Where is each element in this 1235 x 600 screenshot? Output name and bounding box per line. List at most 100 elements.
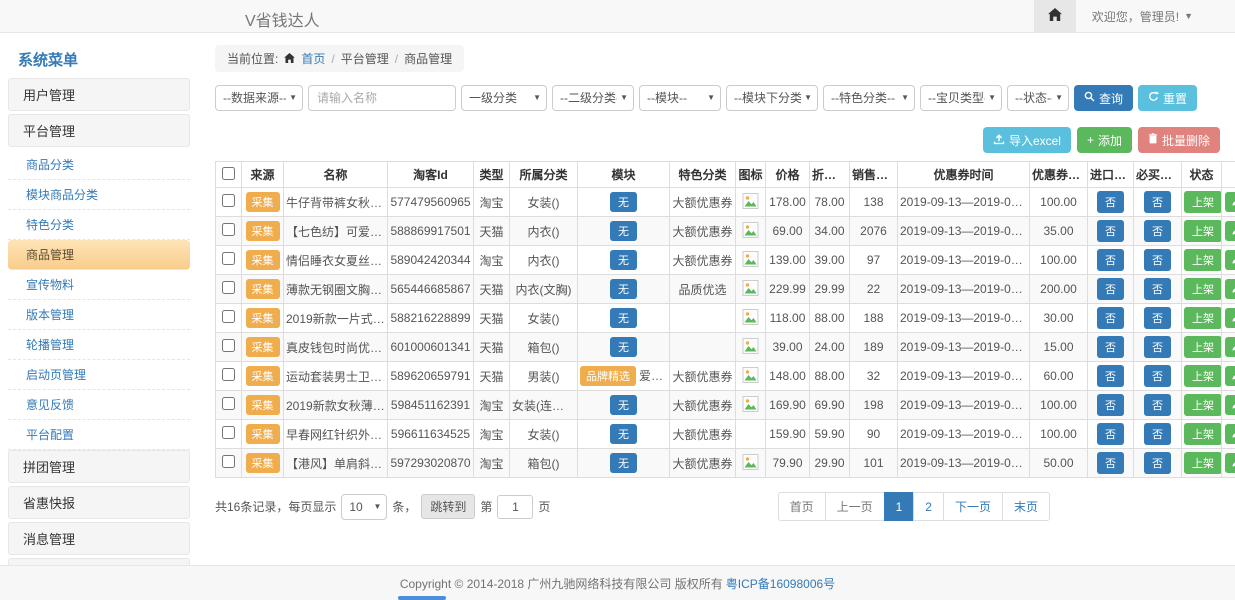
batch-delete-button[interactable]: 批量删除 bbox=[1138, 127, 1220, 153]
search-button[interactable]: 查询 bbox=[1074, 85, 1133, 111]
sidebar-item-1[interactable]: 用户管理 bbox=[8, 78, 190, 111]
import-select-toggle[interactable]: 否 bbox=[1097, 191, 1124, 213]
row-checkbox[interactable] bbox=[222, 455, 235, 468]
import-select-toggle[interactable]: 否 bbox=[1097, 307, 1124, 329]
sidebar-item-16[interactable]: 订单管理 bbox=[8, 558, 190, 565]
module-select[interactable]: --模块-- bbox=[639, 85, 721, 111]
edit-button[interactable] bbox=[1225, 308, 1235, 328]
sidebar-item-2[interactable]: 平台管理 bbox=[8, 114, 190, 147]
status-select[interactable]: --状态-- bbox=[1007, 85, 1069, 111]
must-buy-toggle[interactable]: 否 bbox=[1144, 394, 1171, 416]
import-excel-button[interactable]: 导入excel bbox=[983, 127, 1071, 153]
status-toggle[interactable]: 上架 bbox=[1184, 307, 1222, 329]
scrollbar-thumb[interactable] bbox=[398, 596, 446, 600]
edit-button[interactable] bbox=[1225, 250, 1235, 270]
row-checkbox[interactable] bbox=[222, 397, 235, 410]
edit-button[interactable] bbox=[1225, 424, 1235, 444]
must-buy-toggle[interactable]: 否 bbox=[1144, 191, 1171, 213]
sidebar-item-9[interactable]: 轮播管理 bbox=[8, 330, 190, 360]
breadcrumb-home-link[interactable]: 首页 bbox=[301, 50, 325, 67]
feature-category-select[interactable]: --特色分类-- bbox=[823, 85, 915, 111]
edit-button[interactable] bbox=[1225, 337, 1235, 357]
item-type-select[interactable]: --宝贝类型-- bbox=[920, 85, 1002, 111]
sidebar-item-14[interactable]: 省惠快报 bbox=[8, 486, 190, 519]
import-select-toggle[interactable]: 否 bbox=[1097, 249, 1124, 271]
row-checkbox[interactable] bbox=[222, 252, 235, 265]
status-toggle[interactable]: 上架 bbox=[1184, 365, 1222, 387]
level2-category-select[interactable]: --二级分类-- bbox=[552, 85, 634, 111]
page-button-page-1[interactable]: 1 bbox=[884, 492, 915, 521]
data-source-select[interactable]: --数据来源-- bbox=[215, 85, 303, 111]
row-checkbox[interactable] bbox=[222, 310, 235, 323]
level1-category-select[interactable]: 一级分类 bbox=[461, 85, 547, 111]
edit-button[interactable] bbox=[1225, 453, 1235, 473]
per-page-select[interactable]: 10 bbox=[341, 494, 387, 520]
must-buy-toggle[interactable]: 否 bbox=[1144, 220, 1171, 242]
must-buy-toggle[interactable]: 否 bbox=[1144, 452, 1171, 474]
sidebar-item-3[interactable]: 商品分类 bbox=[8, 150, 190, 180]
table-row: 采集2019新款一片式系...588216228899天猫女装()无118.00… bbox=[216, 304, 1235, 333]
cell-name: 运动套装男士卫衣初秋... bbox=[284, 362, 388, 391]
edit-button[interactable] bbox=[1225, 279, 1235, 299]
edit-button[interactable] bbox=[1225, 366, 1235, 386]
module-subcategory-select[interactable]: --模块下分类-- bbox=[726, 85, 818, 111]
edit-icon bbox=[1231, 253, 1235, 268]
must-buy-toggle[interactable]: 否 bbox=[1144, 365, 1171, 387]
select-all-checkbox[interactable] bbox=[222, 167, 235, 180]
import-select-toggle[interactable]: 否 bbox=[1097, 423, 1124, 445]
page-button-next[interactable]: 下一页 bbox=[943, 492, 1003, 521]
page-button-last[interactable]: 末页 bbox=[1002, 492, 1050, 521]
table-row: 采集【七色纺】可爱纯棉家...588869917501天猫内衣()无大额优惠券6… bbox=[216, 217, 1235, 246]
jump-page-input[interactable] bbox=[497, 495, 533, 519]
sidebar-item-8[interactable]: 版本管理 bbox=[8, 300, 190, 330]
status-toggle[interactable]: 上架 bbox=[1184, 394, 1222, 416]
import-select-toggle[interactable]: 否 bbox=[1097, 336, 1124, 358]
row-checkbox[interactable] bbox=[222, 223, 235, 236]
sidebar-item-6[interactable]: 商品管理 bbox=[8, 240, 190, 270]
status-toggle[interactable]: 上架 bbox=[1184, 336, 1222, 358]
edit-button[interactable] bbox=[1225, 395, 1235, 415]
icp-link[interactable]: 粤ICP备16098006号 bbox=[726, 575, 835, 592]
must-buy-toggle[interactable]: 否 bbox=[1144, 307, 1171, 329]
status-toggle[interactable]: 上架 bbox=[1184, 278, 1222, 300]
sidebar-item-13[interactable]: 拼团管理 bbox=[8, 450, 190, 483]
must-buy-toggle[interactable]: 否 bbox=[1144, 249, 1171, 271]
add-button[interactable]: + 添加 bbox=[1077, 127, 1132, 153]
page-button-first[interactable]: 首页 bbox=[778, 492, 826, 521]
import-select-toggle[interactable]: 否 bbox=[1097, 220, 1124, 242]
import-select-toggle[interactable]: 否 bbox=[1097, 394, 1124, 416]
import-select-toggle[interactable]: 否 bbox=[1097, 365, 1124, 387]
import-select-toggle[interactable]: 否 bbox=[1097, 278, 1124, 300]
row-checkbox[interactable] bbox=[222, 339, 235, 352]
row-checkbox[interactable] bbox=[222, 426, 235, 439]
must-buy-toggle[interactable]: 否 bbox=[1144, 423, 1171, 445]
jump-button[interactable]: 跳转到 bbox=[421, 494, 475, 519]
status-toggle[interactable]: 上架 bbox=[1184, 249, 1222, 271]
status-toggle[interactable]: 上架 bbox=[1184, 220, 1222, 242]
name-search-input[interactable] bbox=[308, 85, 456, 111]
reset-button[interactable]: 重置 bbox=[1138, 85, 1197, 111]
row-checkbox[interactable] bbox=[222, 368, 235, 381]
status-toggle[interactable]: 上架 bbox=[1184, 452, 1222, 474]
must-buy-toggle[interactable]: 否 bbox=[1144, 278, 1171, 300]
must-buy-toggle[interactable]: 否 bbox=[1144, 336, 1171, 358]
import-select-toggle[interactable]: 否 bbox=[1097, 452, 1124, 474]
status-toggle[interactable]: 上架 bbox=[1184, 423, 1222, 445]
page-button-prev[interactable]: 上一页 bbox=[825, 492, 885, 521]
home-button[interactable] bbox=[1034, 0, 1076, 32]
sidebar-item-4[interactable]: 模块商品分类 bbox=[8, 180, 190, 210]
cell-actions bbox=[1222, 420, 1235, 449]
sidebar-item-12[interactable]: 平台配置 bbox=[8, 420, 190, 450]
status-toggle[interactable]: 上架 bbox=[1184, 191, 1222, 213]
sidebar-item-10[interactable]: 启动页管理 bbox=[8, 360, 190, 390]
edit-button[interactable] bbox=[1225, 221, 1235, 241]
page-button-page-2[interactable]: 2 bbox=[913, 492, 944, 521]
sidebar-item-15[interactable]: 消息管理 bbox=[8, 522, 190, 555]
user-menu[interactable]: 欢迎您，管理员! ▼ bbox=[1076, 0, 1235, 32]
edit-button[interactable] bbox=[1225, 192, 1235, 212]
row-checkbox[interactable] bbox=[222, 281, 235, 294]
sidebar-item-5[interactable]: 特色分类 bbox=[8, 210, 190, 240]
sidebar-item-7[interactable]: 宣传物料 bbox=[8, 270, 190, 300]
sidebar-item-11[interactable]: 意见反馈 bbox=[8, 390, 190, 420]
row-checkbox[interactable] bbox=[222, 194, 235, 207]
